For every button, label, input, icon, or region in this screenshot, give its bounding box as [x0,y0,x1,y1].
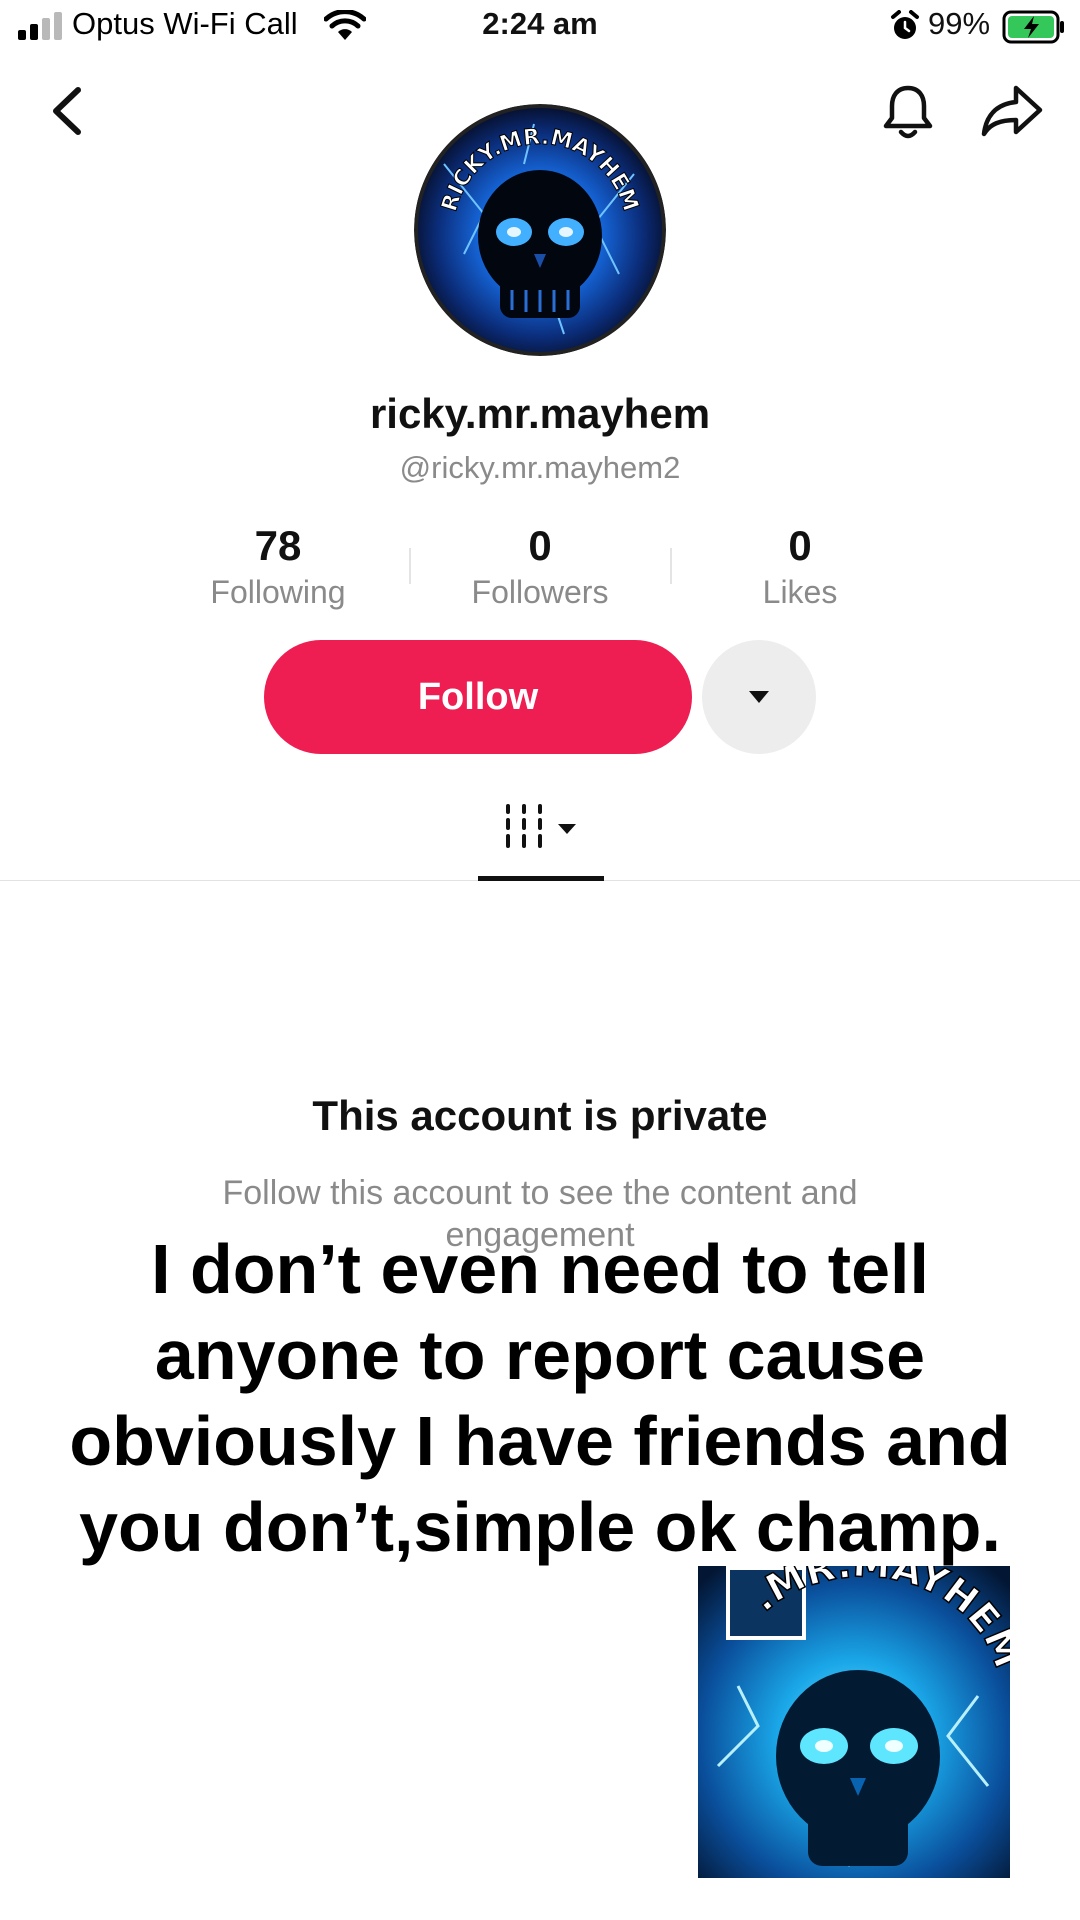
stat-label: Followers [471,574,609,610]
skull-thumbnail: .MR.MAYHEM [698,1566,1010,1878]
chevron-down-icon [749,691,769,703]
chevron-down-icon [558,824,576,834]
stat-likes[interactable]: 0 Likes [670,522,930,611]
status-bar: Optus Wi-Fi Call 2:24 am 99% [0,0,1080,60]
private-account-title: This account is private [312,1092,768,1139]
alarm-icon [891,10,919,39]
suggested-accounts-button[interactable] [702,640,816,754]
follow-button[interactable]: Follow [264,640,692,754]
stat-value: 0 [528,522,552,569]
stat-following[interactable]: 78 Following [148,522,408,611]
tab-active-indicator [478,876,604,881]
battery-percent: 99% [928,6,991,41]
profile-display-name: ricky.mr.mayhem [369,390,711,437]
grid-icon [506,804,542,848]
profile-handle: @ricky.mr.mayhem2 [399,450,681,485]
back-icon[interactable] [46,84,90,138]
tab-videos[interactable] [478,798,604,882]
bell-icon[interactable] [878,82,938,142]
share-icon[interactable] [980,82,1044,140]
overlay-caption: I don’t even need to tell anyone to repo… [69,1230,1011,1566]
stat-value: 78 [254,522,302,569]
stat-label: Likes [762,574,838,610]
stat-followers[interactable]: 0 Followers [410,522,670,611]
stat-label: Following [210,574,346,610]
avatar[interactable]: RICKY.MR.MAYHEM [414,104,666,356]
stat-value: 0 [788,522,812,569]
battery-icon [1002,10,1064,44]
